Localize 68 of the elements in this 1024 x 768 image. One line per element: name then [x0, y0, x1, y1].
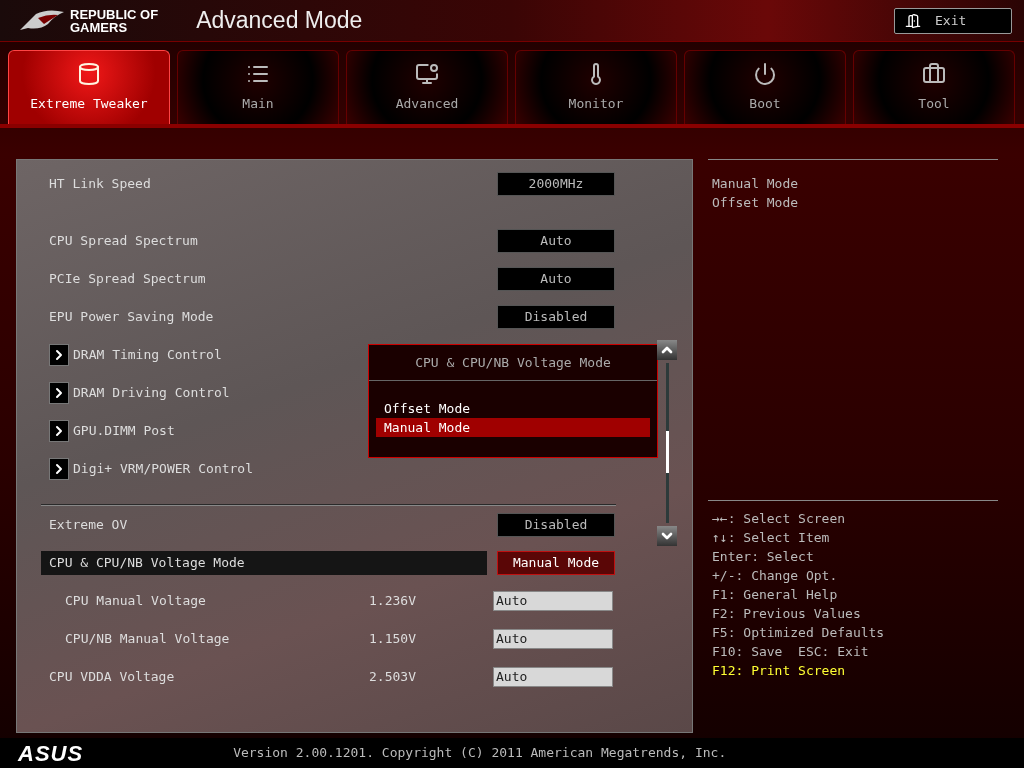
help-text: Manual Mode: [712, 175, 800, 193]
asus-logo: ASUS: [18, 739, 84, 768]
nav-tab[interactable]: Tool: [853, 50, 1015, 124]
voltage-input[interactable]: Auto: [493, 591, 613, 611]
brand-text: GAMERS: [70, 20, 129, 34]
scroll-down-icon[interactable]: [657, 526, 677, 546]
help-text: Offset Mode: [712, 194, 800, 212]
value-field[interactable]: 2000MHz: [497, 172, 615, 196]
key-hint: F2: Previous Values: [712, 605, 862, 623]
submenu-link[interactable]: Digi+ VRM/POWER Control: [73, 459, 253, 479]
setting-label: EPU Power Saving Mode: [49, 308, 214, 327]
setting-label: HT Link Speed: [49, 175, 151, 194]
setting-row[interactable]: CPU Spread Spectrum: [41, 229, 487, 253]
nav-tab[interactable]: Boot: [684, 50, 846, 124]
voltage-input[interactable]: Auto: [493, 629, 613, 649]
voltage-reading: 2.503V: [368, 668, 416, 687]
value-field[interactable]: Disabled: [497, 305, 615, 329]
setting-row[interactable]: HT Link Speed: [41, 172, 487, 196]
setting-row[interactable]: CPU Manual Voltage: [65, 591, 356, 611]
scroll-up-icon[interactable]: [657, 340, 677, 360]
key-hint: +/-: Change Opt.: [712, 567, 839, 585]
key-hint: →←: Select Screen: [712, 510, 847, 528]
window-title: Advanced Mode: [196, 6, 363, 36]
voltage-input[interactable]: Auto: [493, 667, 613, 687]
monitor-icon: [415, 61, 439, 86]
setting-label: CPU & CPU/NB Voltage Mode: [49, 554, 245, 573]
version-text: Version 2.00.1201. Copyright (C) 2011 American Megatrends, Inc.: [233, 744, 727, 763]
setting-row[interactable]: CPU VDDA Voltage: [49, 667, 356, 687]
exit-button[interactable]: Exit: [894, 7, 1012, 34]
door-icon: [905, 12, 921, 29]
setting-row[interactable]: CPU/NB Manual Voltage: [65, 629, 356, 649]
power-icon: [753, 61, 777, 86]
key-hint: Enter: Select: [712, 548, 815, 566]
value-field[interactable]: Disabled: [497, 513, 615, 537]
key-hint: F5: Optimized Defaults: [712, 624, 886, 642]
setting-label: CPU Manual Voltage: [65, 592, 206, 611]
nav-tab[interactable]: Main: [177, 50, 339, 124]
scrollbar[interactable]: [657, 340, 677, 546]
setting-label: Extreme OV: [49, 516, 128, 535]
briefcase-icon: [922, 61, 946, 86]
popup-title: CPU & CPU/NB Voltage Mode: [415, 353, 611, 372]
key-hint: F12: Print Screen: [712, 662, 847, 680]
submenu-link[interactable]: DRAM Timing Control: [73, 345, 222, 365]
submenu-link[interactable]: DRAM Driving Control: [73, 383, 230, 403]
key-hint: F10: Save ESC: Exit: [712, 643, 870, 661]
setting-row[interactable]: PCIe Spread Spectrum: [41, 267, 487, 291]
popup-option[interactable]: Offset Mode: [376, 399, 650, 418]
key-hint: F1: General Help: [712, 586, 839, 604]
value-field[interactable]: Auto: [497, 267, 615, 291]
setting-label: PCIe Spread Spectrum: [49, 270, 206, 289]
setting-row[interactable]: CPU & CPU/NB Voltage Mode: [41, 551, 487, 575]
setting-label: CPU VDDA Voltage: [49, 668, 175, 687]
setting-label: CPU Spread Spectrum: [49, 232, 198, 251]
nav-tab[interactable]: Monitor: [515, 50, 677, 124]
setting-label: CPU/NB Manual Voltage: [65, 630, 230, 649]
nav-tab[interactable]: Advanced: [346, 50, 508, 124]
voltage-reading: 1.236V: [368, 592, 416, 611]
value-field[interactable]: Auto: [497, 229, 615, 253]
setting-row[interactable]: Extreme OV: [41, 513, 487, 537]
setting-row[interactable]: EPU Power Saving Mode: [41, 305, 487, 329]
nav-tab[interactable]: Extreme Tweaker: [8, 50, 170, 124]
submenu-link[interactable]: GPU.DIMM Post: [73, 421, 175, 441]
brand-text: REPUBLIC OF: [70, 7, 159, 21]
key-hint: ↑↓: Select Item: [712, 529, 831, 547]
voltage-reading: 1.150V: [368, 630, 416, 649]
cylinder-icon: [77, 61, 101, 86]
popup-option[interactable]: Manual Mode: [376, 418, 650, 437]
value-field[interactable]: Manual Mode: [497, 551, 615, 575]
